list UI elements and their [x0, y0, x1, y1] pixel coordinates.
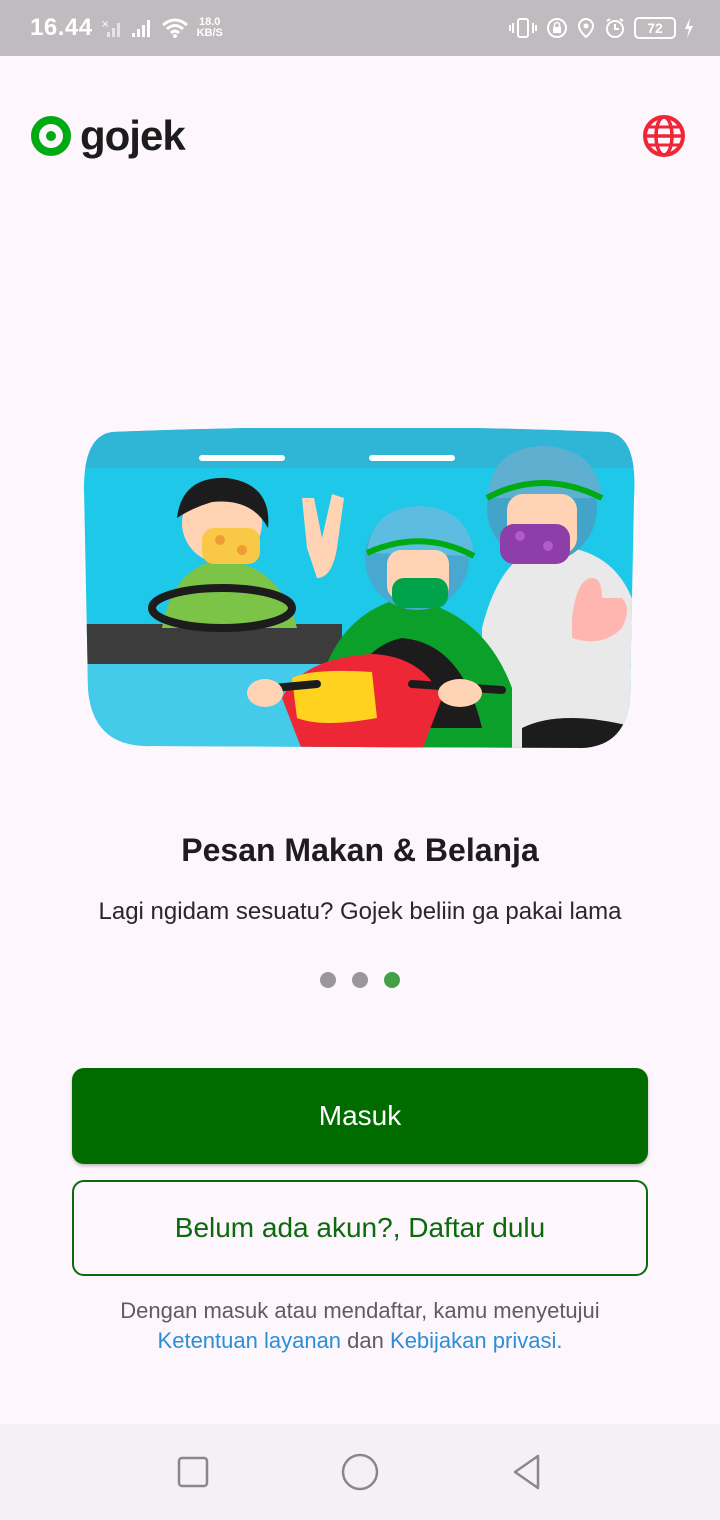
status-bar: 16.44 × 18.0 KB/S 72 — [0, 0, 720, 56]
terms-of-service-link[interactable]: Ketentuan layanan — [158, 1328, 342, 1353]
brand-name: gojek — [80, 112, 186, 159]
gojek-logo-icon — [31, 116, 71, 156]
onboarding-title: Pesan Makan & Belanja — [181, 832, 539, 868]
alarm-icon — [606, 18, 624, 38]
system-nav-bar — [0, 1424, 720, 1520]
gojek-logo: gojek — [30, 112, 186, 160]
svg-text:×: × — [101, 19, 109, 30]
network-speed: 18.0 KB/S — [196, 16, 223, 39]
page-dot-1[interactable] — [320, 972, 336, 988]
terms-conjunction: dan — [347, 1328, 384, 1353]
wifi-icon — [161, 18, 188, 38]
back-triangle-icon[interactable] — [505, 1450, 549, 1494]
recents-square-icon[interactable] — [171, 1450, 215, 1494]
location-icon — [577, 17, 595, 39]
globe-icon[interactable] — [642, 114, 686, 158]
onboarding-illustration — [84, 428, 635, 748]
battery-indicator: 72 — [634, 17, 676, 39]
terms-notice: Dengan masuk atau mendaftar, kamu menyet… — [0, 1296, 720, 1356]
status-bar-left: 16.44 × 18.0 KB/S — [30, 14, 223, 42]
privacy-policy-link[interactable]: Kebijakan privasi. — [390, 1328, 562, 1353]
clock: 16.44 — [30, 14, 93, 41]
charging-icon — [685, 18, 693, 38]
terms-links-line: Ketentuan layanan dan Kebijakan privasi. — [0, 1326, 720, 1356]
page-indicator — [320, 972, 400, 988]
page-dot-3-active[interactable] — [384, 972, 400, 988]
lock-icon — [547, 18, 567, 38]
vibrate-icon — [509, 18, 537, 38]
signal-icon — [131, 20, 150, 37]
status-bar-right: 72 — [508, 17, 694, 39]
login-button[interactable]: Masuk — [72, 1068, 648, 1164]
signal-x-icon: × — [101, 19, 120, 37]
terms-prefix: Dengan masuk atau mendaftar, kamu menyet… — [120, 1298, 600, 1323]
home-circle-icon[interactable] — [338, 1450, 382, 1494]
onboarding-subtitle: Lagi ngidam sesuatu? Gojek beliin ga pak… — [98, 898, 622, 925]
register-button[interactable]: Belum ada akun?, Daftar dulu — [72, 1180, 648, 1276]
page-dot-2[interactable] — [352, 972, 368, 988]
